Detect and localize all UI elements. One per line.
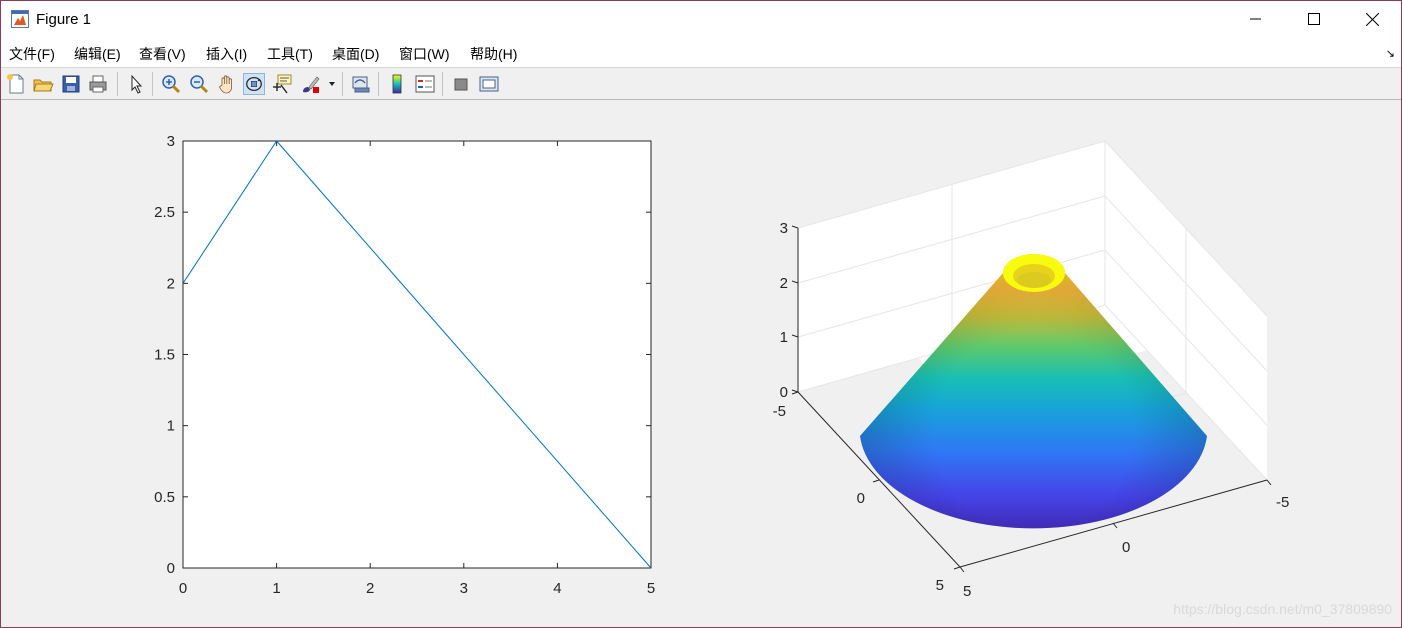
line-plot-axes[interactable]: 0 1 2 3 4 5 0 0.5 1 1.5 2 2.5 3 <box>154 133 655 597</box>
z-tick-label: 0 <box>780 384 788 401</box>
y-tick-label: 3 <box>167 133 175 150</box>
y-tick-labels: 0 0.5 1 1.5 2 2.5 3 <box>154 133 175 577</box>
x-tick-label: 1 <box>272 580 280 597</box>
x-tick-labels: 0 1 2 3 4 5 <box>179 580 655 597</box>
x-tick-label: 0 <box>179 580 187 597</box>
axes-box <box>182 140 652 569</box>
surface-plot-axes[interactable]: -5 0 5 -5 0 5 0 1 2 3 <box>773 140 1290 600</box>
x-tick-label: 5 <box>963 583 971 600</box>
x-tick-label: 3 <box>460 580 468 597</box>
y-tick-label: 0.5 <box>154 489 175 506</box>
z-tick-label: 1 <box>780 329 788 346</box>
x-tick-label: 5 <box>647 580 655 597</box>
x-tick-label: 4 <box>553 580 561 597</box>
watermark-text: https://blog.csdn.net/m0_37809890 <box>1173 601 1392 617</box>
z-tick-label: 2 <box>780 275 788 292</box>
x-tick-label: -5 <box>1276 494 1289 511</box>
x-tick-label: 0 <box>1122 539 1130 556</box>
y-tick-label: 0 <box>857 490 865 507</box>
z-tick-label: 3 <box>780 220 788 237</box>
x-tick-label: 2 <box>366 580 374 597</box>
y-tick-label: 5 <box>936 577 944 594</box>
y-tick-label: -5 <box>773 403 786 420</box>
y-tick-label: 1 <box>167 418 175 435</box>
y-tick-label: 1.5 <box>154 347 175 364</box>
y-tick-label: 2.5 <box>154 204 175 221</box>
y-tick-label: 2 <box>167 275 175 292</box>
figure-canvas: 0 1 2 3 4 5 0 0.5 1 1.5 2 2.5 3 -505-5050123 https:… <box>154 133 1392 617</box>
y-tick-label: 0 <box>167 560 175 577</box>
